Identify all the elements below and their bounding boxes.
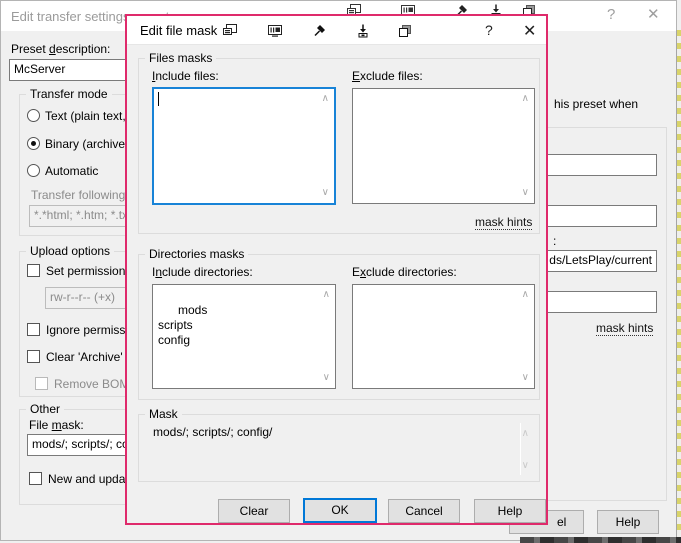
new-updated-checkbox[interactable] — [29, 472, 42, 485]
radio-automatic-mode[interactable] — [27, 164, 40, 177]
rule-field-3[interactable] — [541, 291, 657, 313]
fg-help-icon[interactable]: ? — [485, 22, 493, 38]
file-mask-label: File mask: — [29, 418, 84, 432]
scroll-down-arrow[interactable]: ∨ — [522, 373, 529, 383]
scroll-up-arrow[interactable]: ∧ — [522, 94, 529, 104]
copy-window-icon[interactable] — [397, 23, 413, 39]
directory-path-input[interactable]: ds/LetsPlay/current — [541, 250, 657, 272]
radio-automatic-label: Automatic — [45, 164, 98, 178]
radio-binary-mode[interactable] — [27, 137, 40, 150]
bg-close-icon[interactable]: ✕ — [647, 5, 660, 23]
scroll-up-arrow: ∧ — [522, 429, 529, 439]
exclude-files-textarea[interactable]: ∧ ∨ — [352, 88, 535, 204]
transfer-following-label: Transfer following fil — [31, 188, 137, 202]
mask-legend: Mask — [145, 407, 182, 421]
exclude-directories-label: Exclude directories: — [352, 265, 457, 279]
clear-archive-checkbox[interactable] — [27, 350, 40, 363]
transfer-mode-legend: Transfer mode — [26, 87, 112, 101]
scroll-up-arrow[interactable]: ∧ — [323, 290, 330, 300]
include-directories-label: Include directories: — [152, 265, 253, 279]
bg-mask-hints-link[interactable]: mask hints — [596, 321, 653, 336]
screen: Edit transfer settings preset ? ✕ Preset… — [0, 0, 681, 543]
transfer-following-input: *.*html; *.htm; *.tx — [29, 205, 127, 227]
set-permissions-checkbox[interactable] — [27, 264, 40, 277]
bg-help-button[interactable]: Help — [597, 510, 659, 534]
scroll-down-arrow[interactable]: ∨ — [522, 188, 529, 198]
help-button[interactable]: Help — [474, 499, 546, 523]
import-down-icon[interactable] — [355, 23, 371, 39]
scroll-down-arrow[interactable]: ∨ — [322, 188, 329, 198]
fg-dialog-title: Edit file mask — [140, 23, 217, 38]
edit-file-mask-dialog: Edit file mask ? ✕ Files masks Include f… — [125, 14, 548, 525]
directories-masks-legend: Directories masks — [145, 247, 248, 261]
include-files-label: Include files: — [152, 69, 219, 83]
bg-help-icon[interactable]: ? — [607, 6, 615, 23]
rule-field-1[interactable] — [541, 154, 657, 176]
include-files-textarea[interactable]: ∧ ∨ — [152, 87, 336, 205]
ok-button[interactable]: OK — [303, 498, 377, 523]
dock-window-icon[interactable] — [267, 23, 283, 39]
clear-button[interactable]: Clear — [218, 499, 290, 523]
mask-summary-value: mods/; scripts/; config/ — [153, 425, 272, 439]
fg-close-icon[interactable]: ✕ — [523, 21, 536, 41]
rule-label-colon: : — [553, 234, 556, 248]
preset-description-input[interactable]: McServer — [9, 59, 127, 81]
permissions-input: rw-r--r-- (+x) — [45, 287, 127, 309]
include-directories-textarea[interactable]: mods scripts config ∧ ∨ — [152, 284, 336, 389]
other-legend: Other — [26, 402, 64, 416]
upload-options-legend: Upload options — [26, 244, 114, 258]
files-masks-legend: Files masks — [145, 51, 216, 65]
clear-archive-label: Clear 'Archive' at — [46, 350, 136, 364]
file-mask-input[interactable]: mods/; scripts/; conf — [27, 434, 127, 456]
scroll-up-arrow[interactable]: ∧ — [322, 94, 329, 104]
radio-text-label: Text (plain text, h — [45, 109, 136, 123]
remove-bom-checkbox — [35, 377, 48, 390]
scroll-up-arrow[interactable]: ∧ — [522, 290, 529, 300]
autoselection-group — [536, 127, 667, 501]
background-window-strip — [520, 537, 681, 543]
ignore-permissions-checkbox[interactable] — [27, 323, 40, 336]
scroll-down-arrow: ∨ — [522, 461, 529, 471]
desktop-edge-strip — [676, 30, 681, 543]
set-permissions-label: Set permissions: — [46, 264, 135, 278]
scroll-down-arrow[interactable]: ∨ — [323, 373, 330, 383]
text-caret — [158, 92, 159, 106]
pin-icon[interactable] — [312, 23, 328, 39]
scrollbar-track — [520, 423, 521, 475]
fg-mask-hints-link[interactable]: mask hints — [475, 215, 532, 230]
use-preset-when-text: his preset when — [554, 97, 638, 111]
shrink-window-icon[interactable] — [222, 23, 238, 39]
mask-group: Mask mods/; scripts/; config/ ∧ ∨ — [138, 414, 540, 482]
exclude-directories-textarea[interactable]: ∧ ∨ — [352, 284, 535, 389]
radio-selected-dot — [31, 141, 36, 146]
exclude-files-label: Exclude files: — [352, 69, 423, 83]
cancel-button[interactable]: Cancel — [388, 499, 460, 523]
radio-text-mode[interactable] — [27, 109, 40, 122]
rule-field-2[interactable] — [541, 205, 657, 227]
bg-cancel-label-fragment: el — [557, 511, 566, 533]
preset-description-label: Preset description: — [11, 42, 110, 56]
